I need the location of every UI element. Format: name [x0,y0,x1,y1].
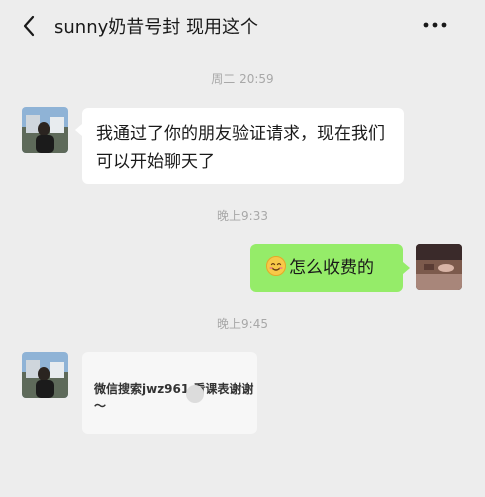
outgoing-message-content: 怎么收费的 [266,256,396,280]
blur-mark [186,385,204,403]
more-dots-icon [423,22,447,28]
message-timestamp: 晚上9:33 [217,209,268,223]
smiling-face-icon [266,256,286,276]
outgoing-message-text: 怎么收费的 [289,258,374,278]
message-timestamp: 周二 20:59 [211,72,274,86]
incoming-message-text: 微信搜索jwz961 看课表谢谢～ [94,382,254,413]
bubble-tail [75,124,82,136]
chat-header: sunny奶昔号封 现用这个 [0,0,485,52]
back-button[interactable] [14,8,44,44]
bubble-tail [403,262,410,274]
contact-avatar[interactable] [22,352,68,398]
incoming-message-text: 我通过了你的朋友验证请求，现在我们可以开始聊天了 [96,124,385,172]
my-avatar[interactable] [416,244,462,290]
chevron-left-icon [23,15,35,37]
chat-title: sunny奶昔号封 现用这个 [54,17,258,38]
contact-avatar[interactable] [22,107,68,153]
message-timestamp: 晚上9:45 [217,317,268,331]
more-button[interactable] [413,10,457,40]
